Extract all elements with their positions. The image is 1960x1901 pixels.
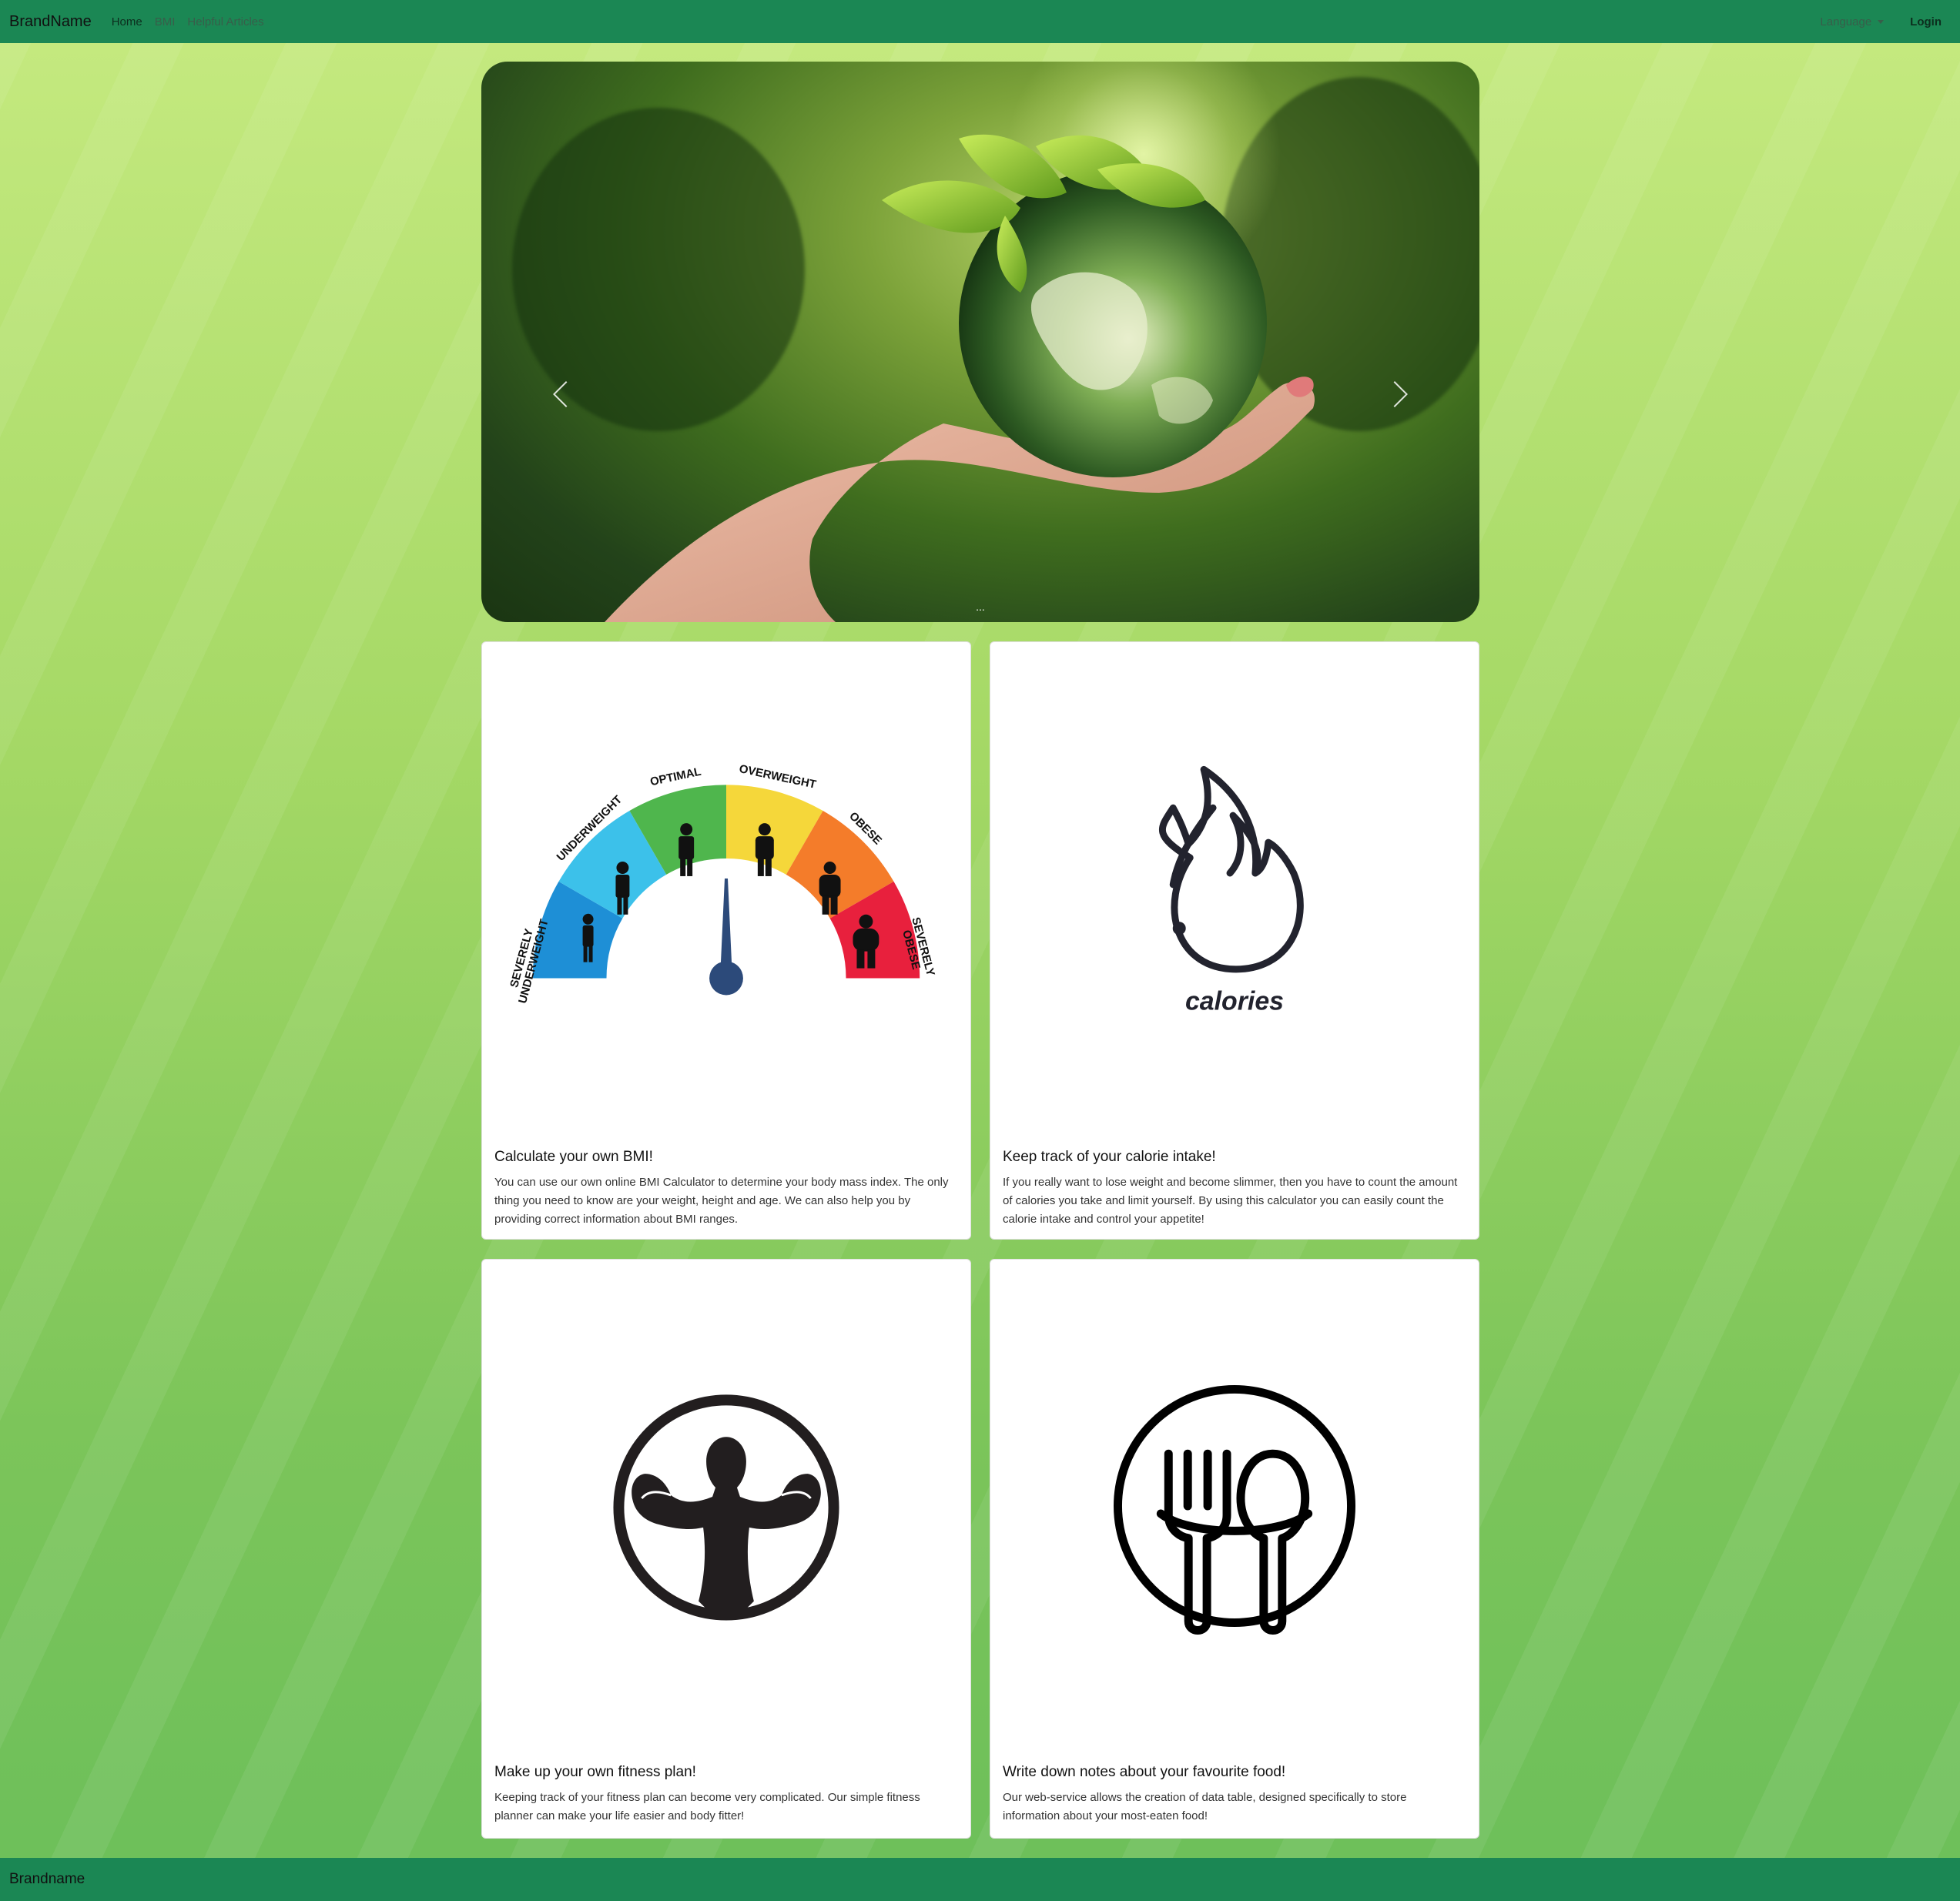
gauge-label-optimal: OPTIMAL [649,765,702,789]
food-notes-image [1113,1384,1356,1635]
footer-brand: Brandname [9,1871,85,1887]
navbar-brand[interactable]: BrandName [9,13,92,31]
bmi-card-title: Calculate your own BMI! [494,1149,653,1165]
fitness-card-text: Keeping track of your fitness plan can b… [494,1791,920,1822]
fitness-card-title: Make up your own fitness plan! [494,1764,696,1780]
login-link[interactable]: Login [1910,15,1942,28]
food-notes-card-title: Write down notes about your favourite fo… [1003,1764,1286,1780]
nav-link-helpful-articles[interactable]: Helpful Articles [187,15,263,28]
caret-down-icon [1878,19,1885,24]
calories-card-body: Keep track of your calorie intake! If yo… [1003,1149,1466,1229]
bmi-card-body: Calculate your own BMI! You can use our … [494,1149,958,1229]
food-notes-card: Write down notes about your favourite fo… [990,1259,1479,1839]
navbar: BrandName Home BMI Helpful Articles Lang… [0,0,1960,43]
nav-link-home[interactable]: Home [112,15,142,28]
hero-carousel: ... ... [481,62,1479,622]
plate-cutlery-icon [1113,1384,1356,1635]
fitness-card-body: Make up your own fitness plan! Keeping t… [494,1764,958,1826]
bmi-card: SEVERELYUNDERWEIGHT UNDERWEIGHT OPTIMAL … [481,641,971,1240]
nav-link-bmi[interactable]: BMI [155,15,176,28]
bmi-gauge-image: SEVERELYUNDERWEIGHT UNDERWEIGHT OPTIMAL … [508,762,937,1005]
carousel-slide-image [605,134,1315,622]
carousel-caption-title: ... [976,601,985,613]
calories-card: calories Keep track of your calorie inta… [990,641,1479,1240]
bmi-card-text: You can use our own online BMI Calculato… [494,1176,949,1226]
flame-icon [1158,765,1304,973]
bodybuilder-icon [613,1394,839,1621]
footer: Brandname [0,1858,1960,1901]
language-label: Language [1820,15,1872,28]
food-notes-card-body: Write down notes about your favourite fo… [1003,1764,1466,1826]
calories-image: calories [1158,765,1304,1016]
calories-card-text: If you really want to lose weight and be… [1003,1176,1458,1226]
language-dropdown[interactable]: Language [1820,15,1885,28]
fitness-card: Make up your own fitness plan! Keeping t… [481,1259,971,1839]
fitness-plan-image [613,1394,839,1621]
calories-image-label: calories [1185,986,1284,1016]
food-notes-card-text: Our web-service allows the creation of d… [1003,1791,1407,1822]
calories-card-title: Keep track of your calorie intake! [1003,1149,1216,1165]
